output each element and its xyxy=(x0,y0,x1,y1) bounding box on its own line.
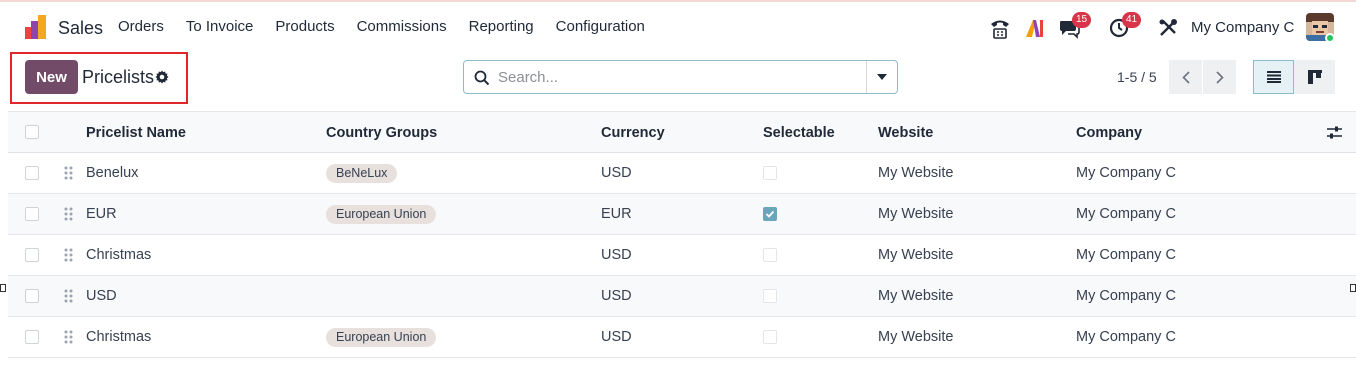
gear-icon[interactable] xyxy=(155,70,169,84)
pager-value[interactable]: 1-5 / 5 xyxy=(1117,69,1157,85)
cell-company: My Company C xyxy=(1076,329,1176,345)
column-header-selectable[interactable]: Selectable xyxy=(763,125,835,141)
cell-website: My Website xyxy=(878,288,954,304)
menu-reporting[interactable]: Reporting xyxy=(469,18,534,35)
cell-currency: EUR xyxy=(601,206,632,222)
table-header: Pricelist Name Country Groups Currency S… xyxy=(8,111,1356,153)
column-header-currency[interactable]: Currency xyxy=(601,125,665,141)
cell-website: My Website xyxy=(878,206,954,222)
drag-handle-icon[interactable] xyxy=(64,207,74,221)
top-menu: Orders To Invoice Products Commissions R… xyxy=(118,18,667,35)
column-header-country-groups[interactable]: Country Groups xyxy=(326,125,437,141)
cell-pricelist-name: Benelux xyxy=(86,165,139,181)
country-group-tag: European Union xyxy=(326,328,437,347)
row-checkbox[interactable] xyxy=(25,166,39,180)
select-all-checkbox[interactable] xyxy=(25,125,39,139)
row-checkbox[interactable] xyxy=(25,330,39,344)
cell-website: My Website xyxy=(878,247,954,263)
cell-currency: USD xyxy=(601,288,632,304)
menu-orders[interactable]: Orders xyxy=(118,18,164,35)
company-switcher[interactable]: My Company C xyxy=(1191,19,1294,36)
ai-icon[interactable] xyxy=(1024,17,1046,39)
caret-down-icon xyxy=(877,74,887,80)
drag-handle-icon[interactable] xyxy=(64,166,74,180)
search-input[interactable] xyxy=(498,61,858,93)
search-bar xyxy=(463,60,898,94)
menu-products[interactable]: Products xyxy=(275,18,334,35)
selectable-checkbox-checked xyxy=(763,207,777,221)
cell-company: My Company C xyxy=(1076,165,1176,181)
search-options-toggle[interactable] xyxy=(866,61,897,93)
list-view-icon xyxy=(1266,71,1281,83)
column-header-website[interactable]: Website xyxy=(878,125,933,141)
kanban-view-icon xyxy=(1307,70,1322,84)
drag-handle-icon[interactable] xyxy=(64,289,74,303)
table-row[interactable]: Christmas European Union USD My Website … xyxy=(8,317,1356,358)
search-icon xyxy=(474,70,490,86)
new-button[interactable]: New xyxy=(25,60,78,94)
row-checkbox[interactable] xyxy=(25,248,39,262)
messages-badge: 15 xyxy=(1072,12,1092,28)
app-name[interactable]: Sales xyxy=(58,18,103,39)
cell-currency: USD xyxy=(601,329,632,345)
kanban-view-button[interactable] xyxy=(1294,60,1335,94)
list-view-button[interactable] xyxy=(1253,60,1294,94)
cell-company: My Company C xyxy=(1076,206,1176,222)
right-resize-handle xyxy=(1350,284,1356,292)
pager-next-button[interactable] xyxy=(1203,60,1236,94)
menu-configuration[interactable]: Configuration xyxy=(556,18,645,35)
cell-website: My Website xyxy=(878,329,954,345)
country-group-tag: BeNeLux xyxy=(326,164,398,183)
cell-pricelist-name: USD xyxy=(86,288,117,304)
chevron-right-icon xyxy=(1215,70,1224,84)
column-header-company[interactable]: Company xyxy=(1076,125,1142,141)
online-status-dot xyxy=(1325,33,1335,43)
cell-pricelist-name: Christmas xyxy=(86,329,152,345)
optional-columns-icon[interactable] xyxy=(1327,126,1342,140)
page-title: Pricelists xyxy=(82,67,155,87)
drag-handle-icon[interactable] xyxy=(64,248,74,262)
table-row[interactable]: USD USD My Website My Company C xyxy=(8,276,1356,317)
cell-company: My Company C xyxy=(1076,247,1176,263)
main-navbar: Sales Orders To Invoice Products Commiss… xyxy=(0,2,1356,52)
table-row[interactable]: Benelux BeNeLux USD My Website My Compan… xyxy=(8,153,1356,194)
country-group-tag: European Union xyxy=(326,205,437,224)
cell-currency: USD xyxy=(601,165,632,181)
selectable-checkbox xyxy=(763,248,777,262)
table-row[interactable]: Christmas USD My Website My Company C xyxy=(8,235,1356,276)
cell-company: My Company C xyxy=(1076,288,1176,304)
cell-website: My Website xyxy=(878,165,954,181)
pager-previous-button[interactable] xyxy=(1169,60,1202,94)
cell-pricelist-name: Christmas xyxy=(86,247,152,263)
row-checkbox[interactable] xyxy=(25,289,39,303)
row-checkbox[interactable] xyxy=(25,207,39,221)
drag-handle-icon[interactable] xyxy=(64,330,74,344)
activities-badge: 41 xyxy=(1122,12,1142,28)
cell-currency: USD xyxy=(601,247,632,263)
debug-tools-icon[interactable] xyxy=(1157,17,1179,39)
menu-commissions[interactable]: Commissions xyxy=(357,18,447,35)
sales-app-logo-icon[interactable] xyxy=(24,15,48,39)
cell-pricelist-name: EUR xyxy=(86,206,117,222)
phone-icon[interactable] xyxy=(989,17,1011,39)
selectable-checkbox xyxy=(763,166,777,180)
left-resize-handle xyxy=(0,284,6,292)
chevron-left-icon xyxy=(1181,70,1190,84)
checkmark-icon xyxy=(765,210,775,218)
table-row[interactable]: EUR European Union EUR My Website My Com… xyxy=(8,194,1356,235)
selectable-checkbox xyxy=(763,330,777,344)
menu-to-invoice[interactable]: To Invoice xyxy=(186,18,254,35)
column-header-pricelist-name[interactable]: Pricelist Name xyxy=(86,125,186,141)
selectable-checkbox xyxy=(763,289,777,303)
